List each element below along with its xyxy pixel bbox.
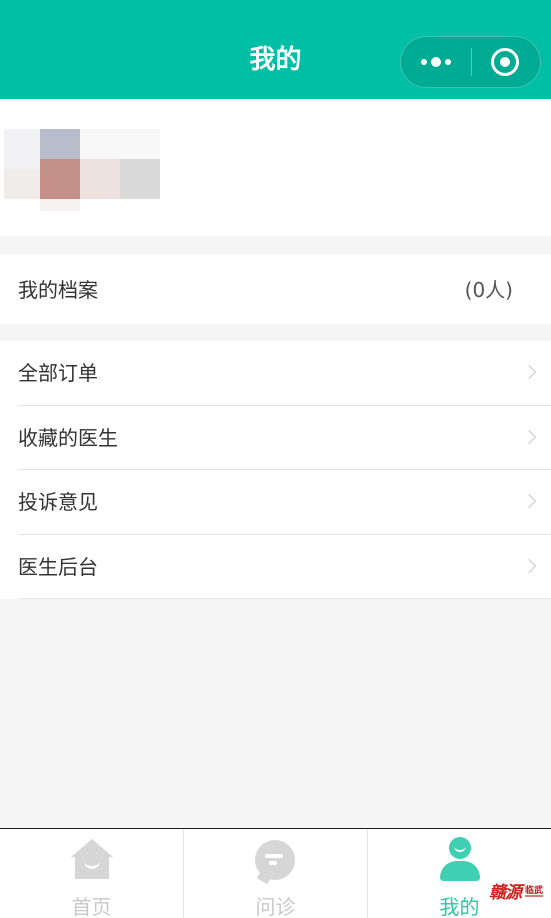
tab-consultation[interactable]: 问诊 bbox=[183, 829, 367, 918]
avatar[interactable] bbox=[0, 129, 180, 214]
menu-item-label: 全部订单 bbox=[18, 361, 98, 385]
archive-group: 我的档案 (0人) bbox=[0, 254, 551, 324]
archive-count: (0人) bbox=[464, 278, 513, 302]
chevron-right-icon bbox=[521, 429, 537, 444]
home-icon bbox=[71, 839, 113, 879]
close-mini-program-icon[interactable] bbox=[491, 48, 519, 76]
nav-header: 我的 bbox=[0, 0, 551, 99]
profile-card bbox=[0, 99, 551, 236]
tab-bar: 首页 问诊 我的 bbox=[0, 828, 551, 918]
divider bbox=[18, 598, 551, 599]
menu-item-feedback[interactable]: 投诉意见 bbox=[0, 470, 551, 535]
tab-label: 首页 bbox=[71, 895, 112, 918]
menu-item-doctor-backend[interactable]: 医生后台 bbox=[0, 535, 551, 599]
chevron-right-icon bbox=[521, 493, 537, 509]
more-icon[interactable] bbox=[401, 37, 471, 87]
archive-row[interactable]: 我的档案 (0人) bbox=[0, 254, 551, 324]
menu-item-all-orders[interactable]: 全部订单 bbox=[0, 341, 551, 406]
archive-label: 我的档案 bbox=[18, 278, 98, 302]
page: 我的 我的档案 (0人) 全部订单 收藏的医生 投诉意见 医生后台 首页 问诊 … bbox=[0, 0, 551, 918]
chevron-right-icon bbox=[521, 364, 537, 380]
tab-home[interactable]: 首页 bbox=[0, 829, 183, 918]
menu-item-label: 收藏的医生 bbox=[18, 425, 118, 450]
chevron-right-icon bbox=[521, 558, 537, 573]
menu-item-label: 医生后台 bbox=[18, 554, 98, 579]
tab-label: 问诊 bbox=[255, 895, 296, 918]
watermark-logo: 赣源 临武 bbox=[489, 878, 547, 904]
menu-item-label: 投诉意见 bbox=[18, 490, 98, 514]
tab-mine[interactable]: 我的 bbox=[367, 829, 551, 918]
menu-group: 全部订单 收藏的医生 投诉意见 医生后台 bbox=[0, 341, 551, 599]
watermark-text: 赣源 bbox=[489, 883, 522, 903]
mini-program-capsule bbox=[400, 36, 541, 88]
user-icon bbox=[440, 837, 480, 881]
menu-item-favorite-doctors[interactable]: 收藏的医生 bbox=[0, 406, 551, 470]
chat-icon bbox=[255, 840, 295, 885]
capsule-divider bbox=[471, 48, 472, 76]
